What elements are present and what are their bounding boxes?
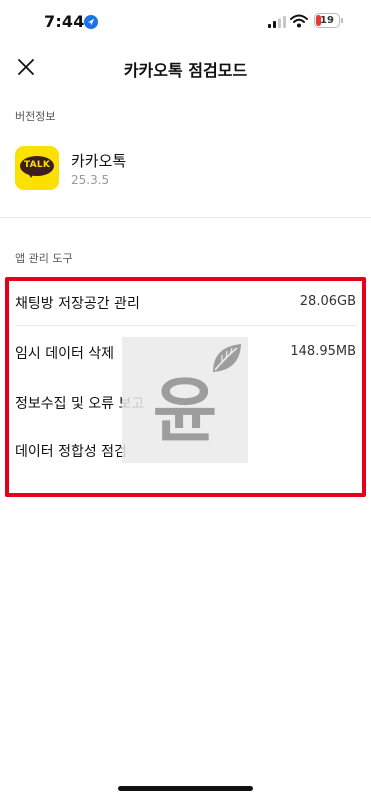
highlight-box bbox=[5, 277, 366, 497]
app-icon-label: TALK bbox=[23, 160, 51, 170]
navigation-bar: 카카오톡 점검모드 bbox=[0, 44, 371, 90]
version-section-label: 버전정보 bbox=[15, 110, 56, 123]
status-bar: 7:44 19 bbox=[0, 0, 371, 44]
page-title: 카카오톡 점검모드 bbox=[123, 61, 248, 80]
battery-level: 19 bbox=[320, 15, 334, 26]
status-time: 7:44 bbox=[44, 12, 85, 31]
wifi-icon bbox=[290, 14, 308, 28]
app-version: 25.3.5 bbox=[71, 173, 110, 187]
battery-tip bbox=[341, 18, 343, 23]
home-indicator[interactable] bbox=[118, 786, 253, 791]
chat-bubble-tail bbox=[27, 171, 35, 178]
location-arrow-icon bbox=[84, 15, 98, 29]
battery-icon: 19 bbox=[314, 13, 340, 28]
tools-section-label: 앱 관리 도구 bbox=[15, 252, 73, 265]
cellular-signal-icon bbox=[268, 16, 286, 28]
app-name: 카카오톡 bbox=[71, 152, 127, 170]
section-divider bbox=[0, 217, 371, 218]
kakaotalk-app-icon: TALK bbox=[15, 146, 59, 190]
